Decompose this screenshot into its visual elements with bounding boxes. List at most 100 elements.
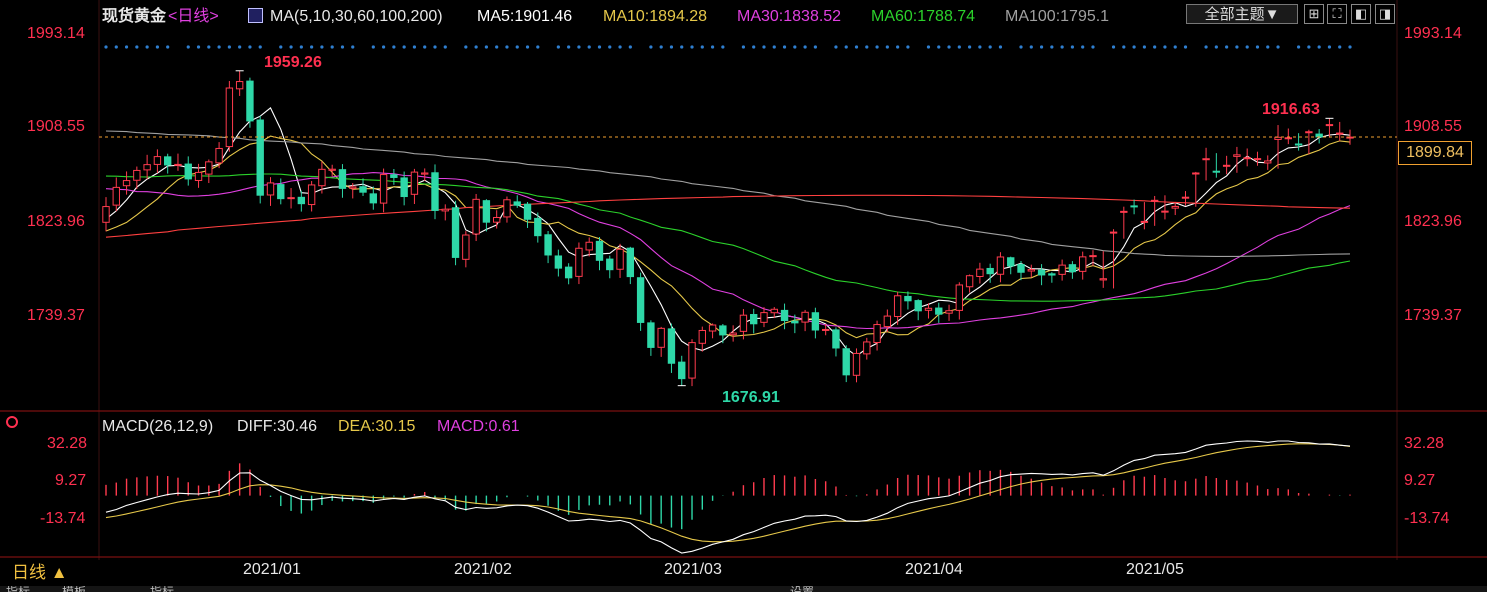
signal-dot: [597, 45, 602, 49]
candlestick-chart[interactable]: [0, 0, 1487, 592]
candle-body: [955, 284, 964, 311]
signal-dot: [854, 45, 859, 49]
signal-dot: [690, 45, 694, 49]
macd-hist-value: MACD:0.61: [437, 418, 520, 435]
signal-dot: [536, 45, 540, 49]
bottom-tab[interactable]: 指标: [6, 586, 30, 592]
candle-body: [863, 341, 871, 355]
macd-diff-value: DIFF:30.46: [237, 418, 318, 435]
candle-body: [369, 193, 377, 204]
candle-body: [595, 240, 604, 261]
x-tick-label: 2021/02: [454, 561, 512, 578]
signal-dot: [1050, 45, 1054, 49]
candle-body: [235, 81, 244, 90]
candle-body: [421, 172, 429, 175]
ma60-value: MA60:1788.74: [871, 8, 976, 25]
candle-body: [102, 206, 110, 223]
signal-dot: [1060, 45, 1064, 49]
x-tick-label: 2021/03: [664, 561, 722, 578]
signal-dot: [464, 45, 468, 49]
signal-dot: [279, 45, 283, 49]
signal-dot: [402, 45, 406, 49]
candle-body: [893, 295, 902, 318]
candle-body: [1140, 220, 1149, 223]
fullscreen-icon[interactable]: ⛶: [1327, 4, 1347, 24]
bottom-tab[interactable]: 设置: [790, 586, 814, 592]
macd-settings-icon[interactable]: [6, 416, 18, 428]
theme-dropdown[interactable]: 全部主题▼: [1186, 4, 1298, 24]
signal-dot: [762, 45, 766, 49]
signal-dot: [669, 45, 674, 49]
candle-body: [390, 174, 398, 178]
signal-dot: [1348, 45, 1352, 49]
macd-tick-left: 9.27: [55, 472, 87, 489]
macd-tick-right: -13.74: [1404, 510, 1450, 527]
candle-body: [1171, 205, 1179, 209]
candle-body: [1079, 256, 1087, 272]
candle-body: [441, 208, 449, 212]
ma-line-ma10: [105, 135, 1351, 339]
signal-dot: [752, 45, 756, 49]
candle-body: [801, 311, 809, 323]
price-tick-left: 1908.55: [27, 118, 85, 135]
candle-body: [1109, 231, 1118, 234]
candle-body: [564, 266, 573, 279]
signal-dot: [1276, 45, 1280, 49]
signal-dot: [381, 45, 386, 49]
signal-dot: [474, 45, 478, 49]
diff-line: [105, 440, 1351, 554]
candle-body: [431, 172, 439, 211]
ma5-value: MA5:1901.46: [477, 8, 573, 25]
expand-right-icon[interactable]: ◨: [1375, 4, 1395, 24]
candle-body: [1181, 196, 1190, 199]
collapse-left-icon[interactable]: ◧: [1351, 4, 1371, 24]
signal-dot: [196, 45, 201, 49]
signal-dot: [1111, 45, 1116, 49]
candle-body: [523, 203, 532, 220]
signal-dot: [567, 45, 571, 49]
signal-dot: [207, 45, 211, 49]
candle-body: [575, 247, 583, 277]
signal-dot: [330, 45, 334, 49]
bottom-tab[interactable]: 指标: [150, 586, 174, 592]
signal-dot: [1245, 45, 1249, 49]
candle-body: [1294, 143, 1303, 146]
period-selector[interactable]: <日线>: [168, 8, 219, 26]
current-price-label: 1899.84: [1398, 141, 1472, 165]
ma-indicator-icon[interactable]: [248, 8, 263, 23]
candle-body: [1048, 273, 1056, 276]
signal-dot: [1132, 45, 1136, 49]
ma-line-ma60: [105, 173, 1351, 302]
period-toggle-button[interactable]: 日线 ▲: [12, 564, 68, 582]
candle-body: [1202, 158, 1210, 161]
signal-dot: [186, 45, 190, 49]
signal-dot: [1029, 45, 1033, 49]
signal-dot: [289, 45, 293, 49]
signal-dot: [957, 45, 961, 49]
signal-dot: [351, 45, 355, 49]
candle-body: [1130, 205, 1138, 208]
candle-body: [667, 328, 676, 364]
signal-dot: [525, 45, 530, 49]
signal-dot: [587, 45, 591, 49]
signal-dot: [1317, 45, 1321, 49]
signal-dot: [412, 45, 417, 49]
high-marker-label: 1959.26: [264, 54, 322, 71]
candle-body: [1222, 164, 1231, 167]
signal-dot: [258, 45, 262, 49]
signal-dot: [340, 45, 345, 49]
candle-body: [688, 342, 696, 379]
ma-line-ma100: [105, 130, 1351, 257]
signal-dot: [248, 45, 252, 49]
grid-layout-icon[interactable]: ⊞: [1304, 4, 1324, 24]
signal-dot: [998, 45, 1003, 49]
instrument-title[interactable]: 现货黄金: [102, 8, 166, 26]
low-marker-label: 1676.91: [722, 389, 780, 406]
signal-dot: [700, 45, 704, 49]
candle-body: [400, 177, 408, 198]
ma-line-ma30: [105, 172, 1351, 330]
extreme-markers: [235, 70, 1334, 387]
signal-dot: [1183, 45, 1188, 49]
signal-dot: [1091, 45, 1095, 49]
bottom-tab[interactable]: 模板: [62, 586, 86, 592]
